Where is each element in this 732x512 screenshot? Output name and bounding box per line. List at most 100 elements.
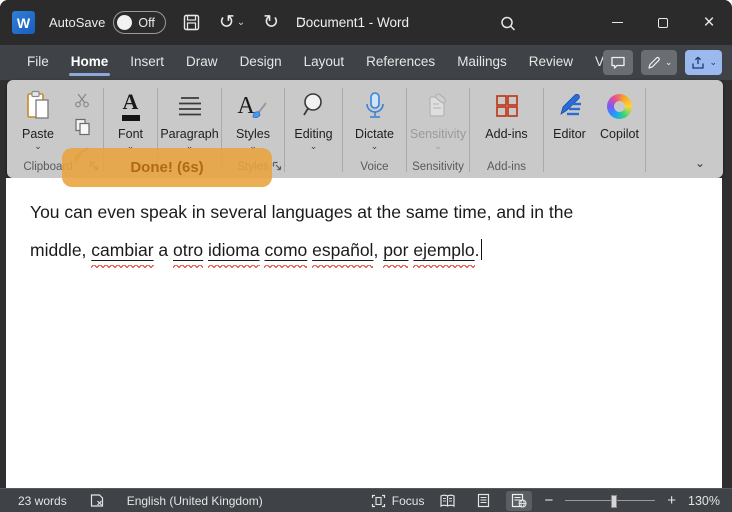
share-icon <box>692 56 705 69</box>
save-icon <box>183 14 200 31</box>
zoom-slider-handle[interactable] <box>611 494 618 508</box>
autosave-control[interactable]: AutoSave Off <box>49 11 166 34</box>
language-label: English (United Kingdom) <box>126 493 263 508</box>
minimize-button[interactable] <box>594 0 640 45</box>
chevron-down-icon: ⌄ <box>34 141 42 151</box>
word-count[interactable]: 23 words <box>18 494 67 508</box>
zoom-in-button[interactable]: + <box>665 493 678 508</box>
autosave-label: AutoSave <box>49 15 106 30</box>
chevron-down-icon: ⌄ <box>664 57 673 67</box>
misspelled-word: como <box>264 240 308 268</box>
tab-review[interactable]: Review <box>518 46 584 79</box>
redo-button[interactable]: ↻ <box>261 11 281 34</box>
tab-draw[interactable]: Draw <box>175 46 229 79</box>
toggle-knob-icon <box>117 15 133 30</box>
word-count-label: 23 words <box>18 493 67 508</box>
print-layout-button[interactable] <box>470 491 496 511</box>
undo-icon: ↺ <box>218 12 235 33</box>
zoom-level[interactable]: 130% <box>688 494 720 508</box>
title-bar: W AutoSave Off ↺ ⌄ ↻ ⌄ Document1 - Word … <box>0 0 732 45</box>
save-button[interactable] <box>180 11 203 34</box>
zoom-slider[interactable] <box>565 494 656 508</box>
misspelled-word: ejemplo <box>413 240 475 268</box>
tab-mailings[interactable]: Mailings <box>446 46 518 79</box>
cut-button[interactable] <box>72 89 92 111</box>
copy-icon <box>74 118 90 136</box>
zoom-out-button[interactable]: − <box>542 493 555 508</box>
paste-clipboard-icon <box>24 87 52 125</box>
styles-dialog-launcher[interactable] <box>272 159 282 174</box>
misspelled-word: idioma <box>208 240 260 268</box>
tab-file[interactable]: File <box>16 46 60 79</box>
word-window: W AutoSave Off ↺ ⌄ ↻ ⌄ Document1 - Word … <box>0 0 732 512</box>
dictate-label: Dictate <box>355 127 394 141</box>
tab-references[interactable]: References <box>355 46 446 79</box>
proofing-errors-button[interactable] <box>89 493 105 508</box>
misspelled-word: español <box>312 240 374 268</box>
collapse-ribbon-button[interactable]: ⌄ <box>695 156 705 170</box>
paste-label: Paste <box>22 127 54 141</box>
misspelled-word: cambiar <box>91 240 154 268</box>
editing-button[interactable]: Editing ⌄ <box>285 80 342 178</box>
comments-button[interactable] <box>602 50 633 75</box>
chevron-down-icon: ⌄ <box>309 141 318 151</box>
zoom-slider-track <box>565 499 656 502</box>
language-selector[interactable]: English (United Kingdom) <box>127 494 263 508</box>
ribbon-tab-bar: File Home Insert Draw Design Layout References… <box>0 45 732 80</box>
editor-button[interactable]: Editor <box>545 80 595 178</box>
text-cursor <box>480 239 483 260</box>
tab-home[interactable]: Home <box>60 46 120 79</box>
autosave-toggle[interactable]: Off <box>113 11 166 34</box>
share-button[interactable]: ⌄ <box>685 50 722 75</box>
chevron-down-icon: ⌄ <box>236 16 246 28</box>
editor-label: Editor <box>553 127 586 141</box>
window-title: Document1 - Word <box>296 15 410 30</box>
text-run: , <box>373 240 384 260</box>
dictation-done-toast: Done! (6s) <box>62 148 272 187</box>
text-run: . <box>474 240 480 260</box>
tab-insert[interactable]: Insert <box>119 46 175 79</box>
sensitivity-label: Sensitivity <box>409 127 467 141</box>
misspelled-word: otro <box>173 240 204 268</box>
paragraph-text[interactable]: You can even speak in several languages … <box>6 178 722 269</box>
maximize-button[interactable] <box>640 0 686 45</box>
copilot-icon <box>607 87 632 125</box>
focus-mode-button[interactable]: Focus <box>371 493 425 508</box>
tab-design[interactable]: Design <box>229 46 293 79</box>
addins-group: Add-ins Add-ins <box>470 80 543 178</box>
search-icon <box>501 16 516 31</box>
chevron-down-icon: ⌄ <box>694 156 705 170</box>
pen-icon <box>648 56 660 69</box>
dialog-launcher-icon <box>272 161 282 171</box>
chevron-down-icon: ⌄ <box>434 141 442 151</box>
copy-button[interactable] <box>73 116 92 138</box>
misspelled-word: por <box>383 240 409 268</box>
text-run: middle, <box>30 240 92 260</box>
focus-label: Focus <box>391 493 425 508</box>
font-icon: A <box>121 87 140 125</box>
editor-pen-icon <box>555 87 585 125</box>
chevron-down-icon: ⌄ <box>709 57 717 67</box>
group-separator <box>645 88 646 172</box>
copilot-button[interactable]: Copilot <box>595 80 645 178</box>
font-label: Font <box>117 127 143 141</box>
draw-pen-button[interactable]: ⌄ <box>640 50 678 75</box>
tab-layout[interactable]: Layout <box>293 46 356 79</box>
word-logo-icon[interactable]: W <box>12 11 35 34</box>
read-mode-button[interactable] <box>434 491 460 511</box>
document-canvas[interactable]: You can even speak in several languages … <box>6 178 722 488</box>
web-layout-button[interactable] <box>506 490 533 511</box>
web-layout-icon <box>512 493 527 508</box>
autosave-state: Off <box>138 15 155 30</box>
content-area: Paste ⌄ Clipboard A Font ⌄ Paragraph ⌄ A… <box>0 80 732 488</box>
sensitivity-group-label: Sensitivity <box>412 161 464 173</box>
styles-icon: A <box>237 87 268 125</box>
sensitivity-icon <box>425 87 451 125</box>
undo-button[interactable]: ↺ ⌄ <box>217 11 247 34</box>
voice-group-label: Voice <box>360 161 389 173</box>
dictate-microphone-icon <box>363 87 387 125</box>
comment-icon <box>611 56 625 69</box>
read-mode-icon <box>440 494 455 507</box>
search-button[interactable] <box>497 13 519 35</box>
close-button[interactable]: × <box>686 0 732 45</box>
